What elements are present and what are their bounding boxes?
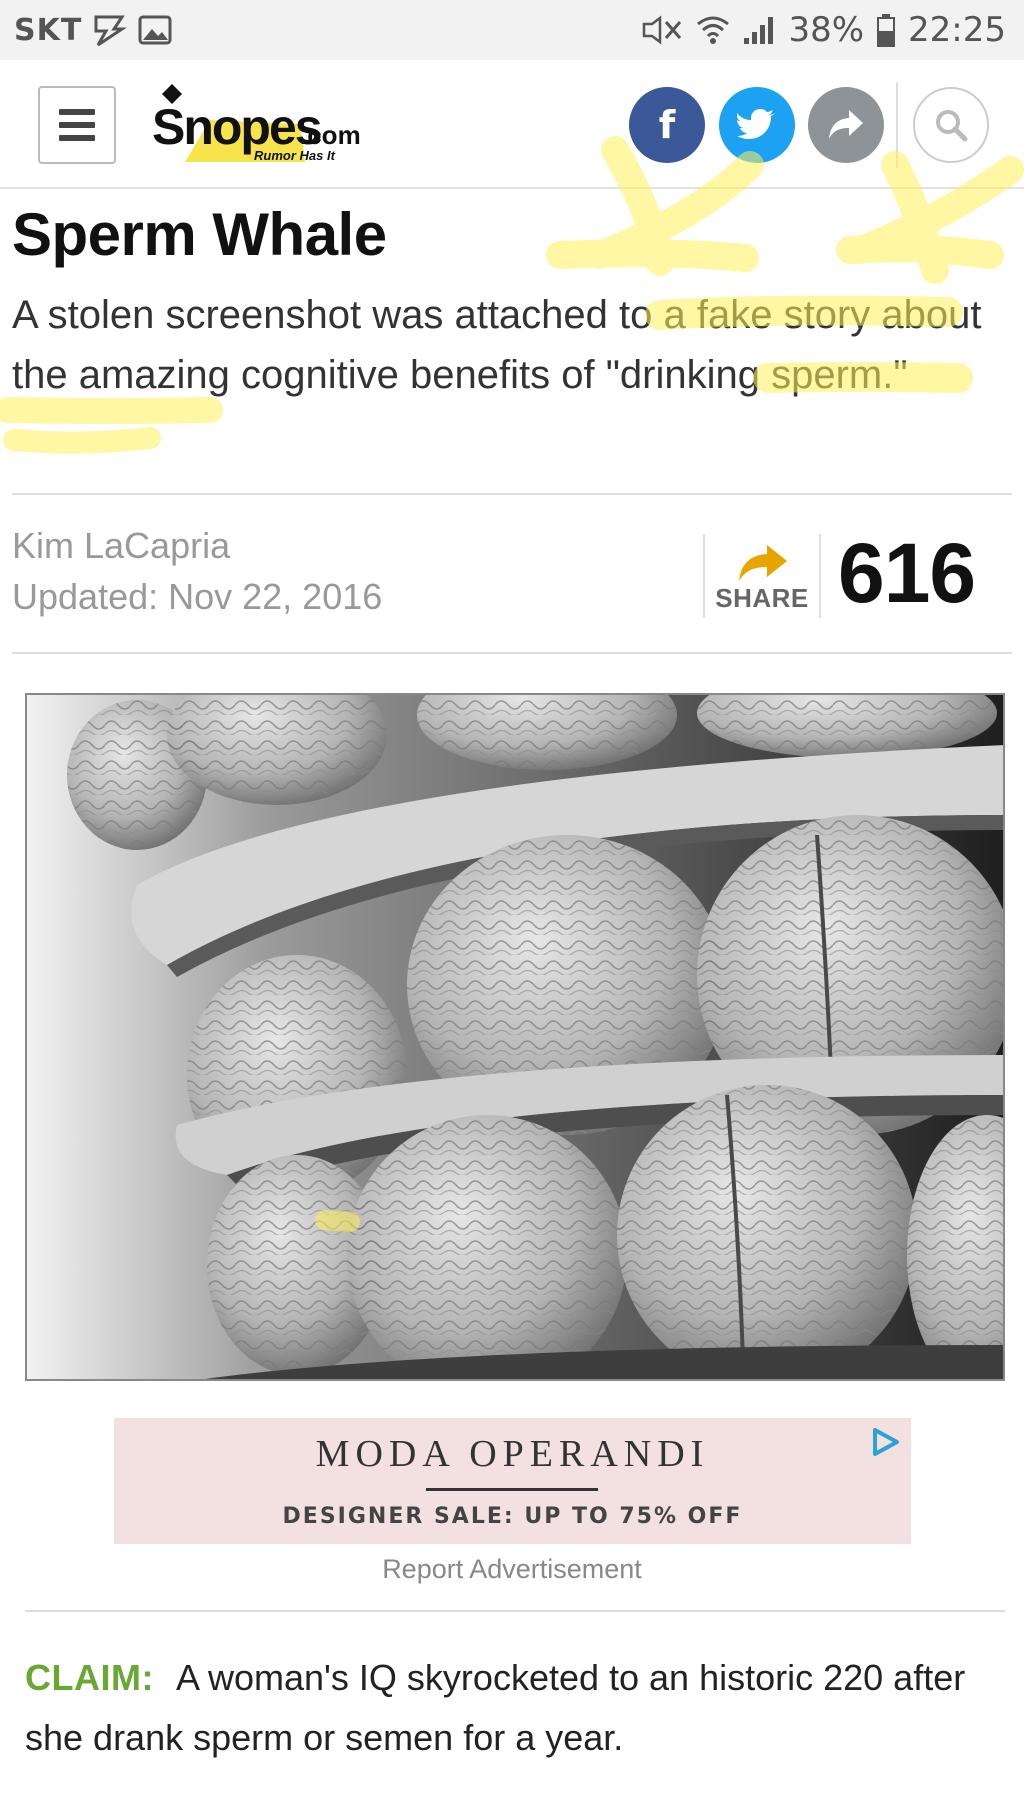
menu-icon: [59, 109, 95, 115]
signal-icon: [744, 17, 774, 44]
search-button[interactable]: [913, 87, 989, 163]
advertisement-banner[interactable]: MODA OPERANDI DESIGNER SALE: UP TO 75% O…: [114, 1418, 911, 1544]
report-ad-link[interactable]: Report Advertisement: [0, 1554, 1024, 1585]
share-icon: [829, 110, 863, 139]
facebook-icon: f: [658, 103, 676, 147]
battery-icon: [877, 14, 896, 47]
share-arrow-icon: [739, 545, 787, 581]
data-saver-icon: [94, 15, 128, 47]
claim-text: A woman's IQ skyrocketed to an historic …: [25, 1657, 966, 1758]
ad-tagline: DESIGNER SALE: UP TO 75% OFF: [282, 1504, 743, 1529]
divider: [25, 1610, 1005, 1612]
twitter-button[interactable]: [719, 87, 795, 163]
divider: [12, 652, 1012, 654]
ad-brand: MODA OPERANDI: [315, 1433, 710, 1475]
claim-label: CLAIM:: [25, 1657, 154, 1698]
facebook-button[interactable]: f: [629, 87, 705, 163]
article-title: Sperm Whale: [12, 201, 387, 268]
menu-button[interactable]: [38, 86, 116, 164]
author-name[interactable]: Kim LaCapria: [12, 525, 230, 567]
gallery-icon: [138, 15, 172, 45]
mute-icon: [643, 15, 682, 45]
header-divider: [896, 82, 898, 168]
highlight-underline-3: [0, 397, 223, 424]
ad-divider: [426, 1488, 598, 1491]
battery-percent: 38%: [788, 10, 865, 50]
twitter-icon: [737, 109, 775, 139]
article-subtitle: A stolen screenshot was attached to a fa…: [12, 293, 982, 397]
share-count: 616: [838, 526, 976, 620]
article-hero-image: [25, 693, 1005, 1381]
logo-mark: Snopes .com Rumor Has It: [152, 84, 361, 163]
logo-suffix: .com: [300, 120, 361, 150]
status-bar: SKT 38% 22:25: [0, 0, 1024, 60]
wifi-icon: [697, 16, 730, 44]
claim-section: CLAIM: A woman's IQ skyrocketed to an his…: [25, 1648, 1015, 1768]
updated-date: Updated: Nov 22, 2016: [12, 576, 383, 617]
share-label: SHARE: [715, 583, 809, 613]
snopes-logo[interactable]: Snopes .com Rumor Has It: [150, 80, 380, 172]
highlight-underline-4: [3, 427, 161, 454]
divider: [12, 493, 1012, 495]
adchoices-icon[interactable]: [869, 1426, 901, 1458]
site-header: Snopes .com Rumor Has It f: [0, 60, 1024, 189]
share-button-header[interactable]: [808, 87, 884, 163]
share-button[interactable]: SHARE: [703, 534, 821, 618]
logo-tagline: Rumor Has It: [254, 148, 336, 163]
brains-photo: [27, 695, 1003, 1379]
carrier-name: SKT: [14, 12, 83, 48]
search-icon: [936, 110, 968, 142]
logo-text: Snopes: [152, 99, 321, 155]
clock: 22:25: [908, 10, 1006, 50]
